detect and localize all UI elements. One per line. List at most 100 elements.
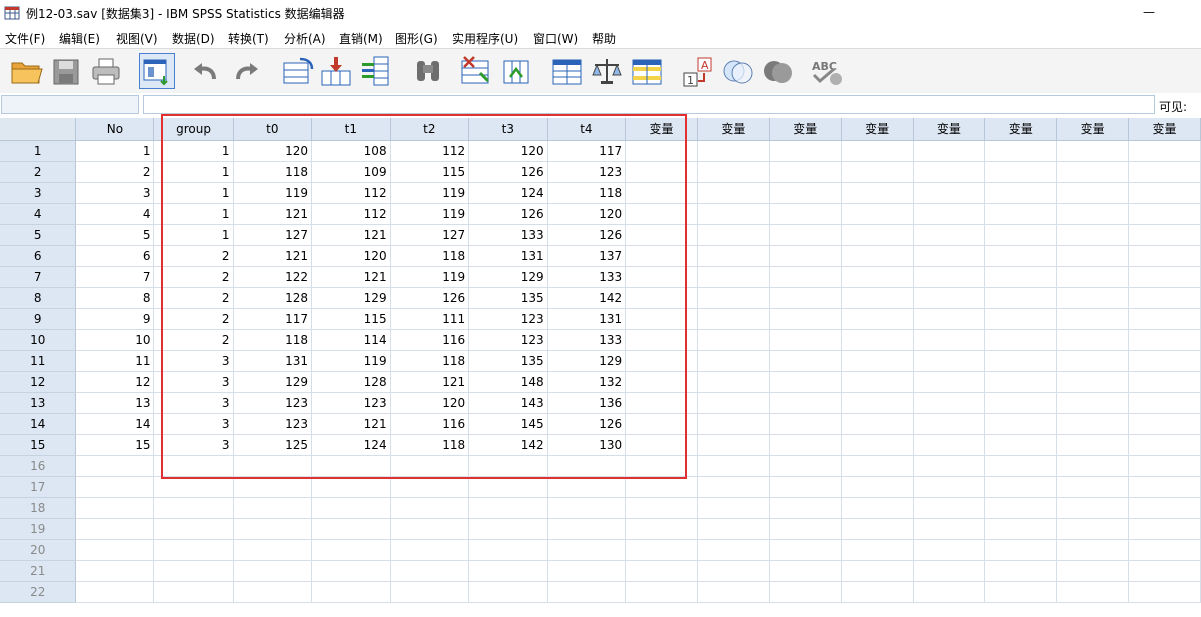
data-cell[interactable] <box>1128 266 1201 288</box>
data-cell[interactable]: 133 <box>468 224 548 246</box>
data-cell[interactable]: 148 <box>468 371 548 393</box>
data-cell[interactable] <box>1056 224 1130 246</box>
data-cell[interactable] <box>1128 476 1201 498</box>
data-cell[interactable] <box>913 287 986 309</box>
data-cell[interactable]: 133 <box>547 329 627 351</box>
data-cell[interactable] <box>697 245 770 267</box>
row-header[interactable]: 2 <box>0 161 77 183</box>
menu-utilities[interactable]: 实用程序(U) <box>452 30 518 47</box>
row-header[interactable]: 15 <box>0 434 77 456</box>
data-cell[interactable] <box>769 266 842 288</box>
data-cell[interactable] <box>1056 476 1130 498</box>
data-cell[interactable] <box>841 371 914 393</box>
data-cell[interactable] <box>625 434 698 456</box>
data-cell[interactable] <box>913 266 986 288</box>
data-cell[interactable] <box>769 308 842 330</box>
data-cell[interactable]: 15 <box>75 434 155 456</box>
data-cell[interactable] <box>233 476 313 498</box>
column-header-empty-variable[interactable]: 变量 <box>1128 118 1201 141</box>
data-cell[interactable]: 126 <box>468 161 548 183</box>
data-cell[interactable] <box>984 413 1058 435</box>
data-cell[interactable]: 117 <box>547 140 627 162</box>
column-header-empty-variable[interactable]: 变量 <box>913 118 986 141</box>
data-cell[interactable]: 115 <box>311 308 391 330</box>
data-cell[interactable] <box>697 434 770 456</box>
data-cell[interactable] <box>984 224 1058 246</box>
data-cell[interactable] <box>1128 224 1201 246</box>
data-cell[interactable] <box>547 581 627 603</box>
data-cell[interactable]: 124 <box>468 182 548 204</box>
data-cell[interactable] <box>468 560 548 582</box>
data-cell[interactable] <box>311 518 391 540</box>
data-cell[interactable] <box>625 245 698 267</box>
data-cell[interactable] <box>625 203 698 225</box>
data-cell[interactable]: 118 <box>390 245 470 267</box>
data-cell[interactable]: 135 <box>468 287 548 309</box>
data-cell[interactable]: 120 <box>233 140 313 162</box>
menu-graphs[interactable]: 图形(G) <box>395 30 438 47</box>
data-cell[interactable] <box>697 455 770 477</box>
grid-corner[interactable] <box>0 118 77 141</box>
variables-icon[interactable] <box>358 53 394 89</box>
data-cell[interactable]: 121 <box>233 203 313 225</box>
data-cell[interactable] <box>311 497 391 519</box>
data-cell[interactable] <box>913 329 986 351</box>
data-cell[interactable]: 13 <box>75 392 155 414</box>
data-cell[interactable]: 120 <box>468 140 548 162</box>
data-cell[interactable]: 135 <box>468 350 548 372</box>
data-cell[interactable] <box>913 497 986 519</box>
data-cell[interactable] <box>1056 455 1130 477</box>
column-header-No[interactable]: No <box>75 118 155 141</box>
data-cell[interactable] <box>841 413 914 435</box>
data-cell[interactable] <box>1128 371 1201 393</box>
data-cell[interactable] <box>1128 539 1201 561</box>
data-cell[interactable] <box>769 140 842 162</box>
data-cell[interactable]: 129 <box>311 287 391 309</box>
data-cell[interactable]: 1 <box>75 140 155 162</box>
cell-value-field[interactable] <box>143 95 1155 114</box>
column-header-empty-variable[interactable]: 变量 <box>841 118 914 141</box>
data-cell[interactable] <box>913 455 986 477</box>
data-cell[interactable]: 119 <box>390 182 470 204</box>
row-header[interactable]: 20 <box>0 539 77 561</box>
data-cell[interactable]: 129 <box>547 350 627 372</box>
data-cell[interactable] <box>984 308 1058 330</box>
data-cell[interactable] <box>547 539 627 561</box>
data-cell[interactable] <box>468 476 548 498</box>
print-icon[interactable] <box>88 53 124 89</box>
data-cell[interactable] <box>625 224 698 246</box>
data-cell[interactable] <box>75 455 155 477</box>
data-cell[interactable] <box>1128 308 1201 330</box>
data-cell[interactable]: 11 <box>75 350 155 372</box>
data-cell[interactable] <box>697 518 770 540</box>
row-header[interactable]: 3 <box>0 182 77 204</box>
data-cell[interactable] <box>1128 329 1201 351</box>
menu-direct-marketing[interactable]: 直销(M) <box>339 30 383 47</box>
data-cell[interactable]: 123 <box>468 308 548 330</box>
data-cell[interactable] <box>233 518 313 540</box>
data-cell[interactable]: 120 <box>311 245 391 267</box>
data-cell[interactable] <box>984 476 1058 498</box>
data-cell[interactable]: 122 <box>233 266 313 288</box>
weight-cases-icon[interactable] <box>589 53 625 89</box>
data-cell[interactable]: 1 <box>153 161 234 183</box>
data-cell[interactable] <box>625 455 698 477</box>
data-cell[interactable] <box>625 476 698 498</box>
menu-window[interactable]: 窗口(W) <box>533 30 578 47</box>
data-cell[interactable] <box>913 371 986 393</box>
data-cell[interactable] <box>625 560 698 582</box>
data-cell[interactable]: 121 <box>311 266 391 288</box>
data-cell[interactable] <box>984 350 1058 372</box>
column-header-empty-variable[interactable]: 变量 <box>984 118 1058 141</box>
data-cell[interactable]: 118 <box>233 329 313 351</box>
data-cell[interactable] <box>984 560 1058 582</box>
data-cell[interactable]: 3 <box>75 182 155 204</box>
row-header[interactable]: 4 <box>0 203 77 225</box>
data-cell[interactable] <box>233 539 313 561</box>
insert-variable-icon[interactable] <box>498 53 534 89</box>
cell-reference-field[interactable] <box>1 95 139 114</box>
data-cell[interactable] <box>1128 203 1201 225</box>
select-cases-icon[interactable] <box>629 53 665 89</box>
data-cell[interactable]: 117 <box>233 308 313 330</box>
data-cell[interactable] <box>1056 392 1130 414</box>
